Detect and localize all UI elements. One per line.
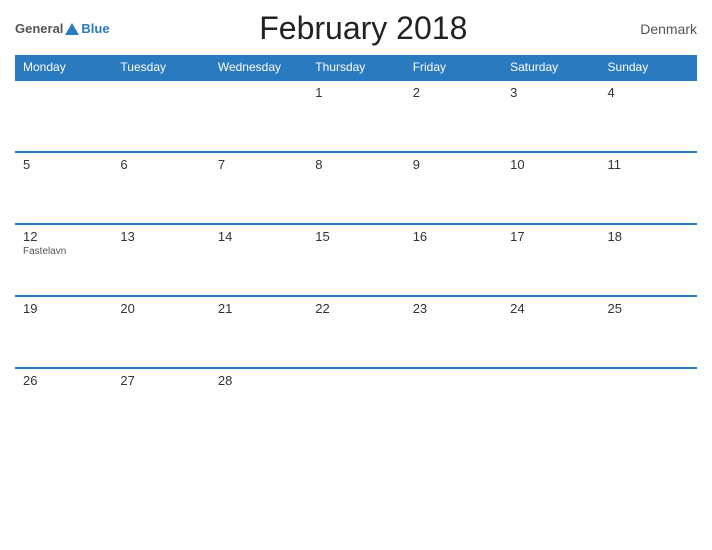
- day-number: 20: [120, 301, 201, 316]
- table-row: 23: [405, 296, 502, 368]
- table-row: [307, 368, 404, 440]
- day-number: 8: [315, 157, 396, 172]
- col-sunday: Sunday: [600, 55, 697, 80]
- day-number: 1: [315, 85, 396, 100]
- logo-blue-text: Blue: [81, 21, 109, 36]
- col-monday: Monday: [15, 55, 112, 80]
- col-friday: Friday: [405, 55, 502, 80]
- day-number: 23: [413, 301, 494, 316]
- header: General Blue February 2018 Denmark: [15, 10, 697, 47]
- day-number: 17: [510, 229, 591, 244]
- day-number: 7: [218, 157, 299, 172]
- logo: General Blue: [15, 21, 110, 36]
- col-tuesday: Tuesday: [112, 55, 209, 80]
- day-number: 21: [218, 301, 299, 316]
- table-row: 11: [600, 152, 697, 224]
- col-saturday: Saturday: [502, 55, 599, 80]
- table-row: [15, 80, 112, 152]
- table-row: 16: [405, 224, 502, 296]
- day-number: 16: [413, 229, 494, 244]
- calendar-table: Monday Tuesday Wednesday Thursday Friday…: [15, 55, 697, 440]
- day-number: 13: [120, 229, 201, 244]
- table-row: [600, 368, 697, 440]
- table-row: 27: [112, 368, 209, 440]
- table-row: 18: [600, 224, 697, 296]
- day-number: 28: [218, 373, 299, 388]
- calendar-week-row: 19 20 21 22 23 24 25: [15, 296, 697, 368]
- calendar-week-row: 12 Fastelavn 13 14 15 16 17 18: [15, 224, 697, 296]
- logo-general-text: General: [15, 21, 63, 36]
- logo-triangle-icon: [65, 23, 79, 35]
- table-row: 4: [600, 80, 697, 152]
- table-row: 28: [210, 368, 307, 440]
- day-number: 19: [23, 301, 104, 316]
- day-number: 27: [120, 373, 201, 388]
- day-number: 5: [23, 157, 104, 172]
- weekday-header-row: Monday Tuesday Wednesday Thursday Friday…: [15, 55, 697, 80]
- col-thursday: Thursday: [307, 55, 404, 80]
- day-number: 11: [608, 157, 689, 172]
- day-number: 18: [608, 229, 689, 244]
- table-row: 3: [502, 80, 599, 152]
- table-row: 12 Fastelavn: [15, 224, 112, 296]
- table-row: [405, 368, 502, 440]
- table-row: 8: [307, 152, 404, 224]
- day-number: 24: [510, 301, 591, 316]
- day-number: 2: [413, 85, 494, 100]
- day-number: 15: [315, 229, 396, 244]
- table-row: 10: [502, 152, 599, 224]
- table-row: 7: [210, 152, 307, 224]
- table-row: 1: [307, 80, 404, 152]
- table-row: [112, 80, 209, 152]
- table-row: 13: [112, 224, 209, 296]
- day-number: 12: [23, 229, 104, 244]
- table-row: 6: [112, 152, 209, 224]
- day-number: 9: [413, 157, 494, 172]
- table-row: 15: [307, 224, 404, 296]
- table-row: 21: [210, 296, 307, 368]
- day-number: 4: [608, 85, 689, 100]
- day-number: 26: [23, 373, 104, 388]
- table-row: 26: [15, 368, 112, 440]
- table-row: [502, 368, 599, 440]
- table-row: 20: [112, 296, 209, 368]
- table-row: 14: [210, 224, 307, 296]
- day-number: 10: [510, 157, 591, 172]
- country-label: Denmark: [617, 21, 697, 37]
- calendar-container: General Blue February 2018 Denmark Monda…: [0, 0, 712, 550]
- table-row: 24: [502, 296, 599, 368]
- day-number: 25: [608, 301, 689, 316]
- day-number: 22: [315, 301, 396, 316]
- table-row: 19: [15, 296, 112, 368]
- day-number: 6: [120, 157, 201, 172]
- table-row: 25: [600, 296, 697, 368]
- table-row: 22: [307, 296, 404, 368]
- table-row: [210, 80, 307, 152]
- table-row: 9: [405, 152, 502, 224]
- page-title: February 2018: [110, 10, 617, 47]
- table-row: 5: [15, 152, 112, 224]
- day-number: 3: [510, 85, 591, 100]
- calendar-week-row: 1 2 3 4: [15, 80, 697, 152]
- holiday-label: Fastelavn: [23, 246, 104, 257]
- day-number: 14: [218, 229, 299, 244]
- col-wednesday: Wednesday: [210, 55, 307, 80]
- calendar-week-row: 5 6 7 8 9 10 11: [15, 152, 697, 224]
- table-row: 17: [502, 224, 599, 296]
- table-row: 2: [405, 80, 502, 152]
- calendar-week-row: 26 27 28: [15, 368, 697, 440]
